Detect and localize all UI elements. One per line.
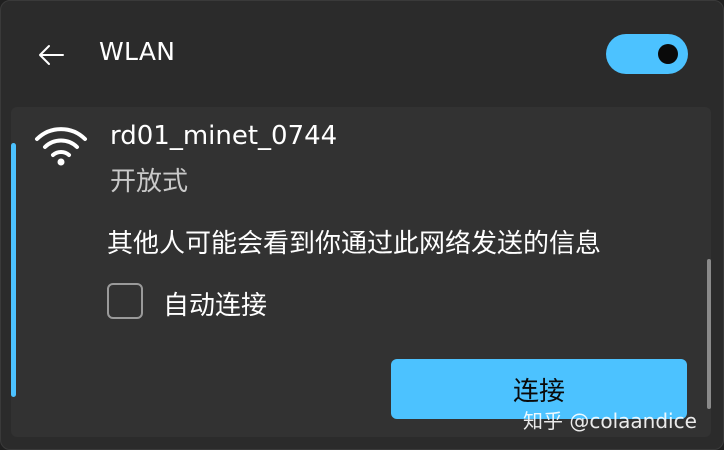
arrow-left-icon	[39, 45, 64, 65]
wlan-flyout-panel: WLAN rd01_minet_0744 开放式 其他人可能会看到你通过此网络发…	[0, 0, 724, 450]
back-button[interactable]	[31, 35, 71, 75]
auto-connect-label[interactable]: 自动连接	[163, 285, 267, 322]
watermark: 知乎 @colaandice	[523, 409, 697, 433]
toggle-knob	[658, 44, 678, 64]
network-item-expanded[interactable]: rd01_minet_0744 开放式 其他人可能会看到你通过此网络发送的信息 …	[11, 107, 711, 437]
open-network-warning: 其他人可能会看到你通过此网络发送的信息	[107, 229, 602, 259]
wlan-toggle[interactable]	[606, 34, 688, 74]
auto-connect-checkbox[interactable]	[107, 283, 143, 319]
network-security-type: 开放式	[110, 167, 189, 197]
scrollbar[interactable]	[707, 259, 711, 409]
page-title: WLAN	[99, 37, 176, 66]
wifi-signal-icon	[35, 127, 87, 166]
wlan-header: WLAN	[1, 1, 723, 107]
selection-indicator	[11, 143, 16, 397]
network-ssid: rd01_minet_0744	[110, 121, 338, 151]
